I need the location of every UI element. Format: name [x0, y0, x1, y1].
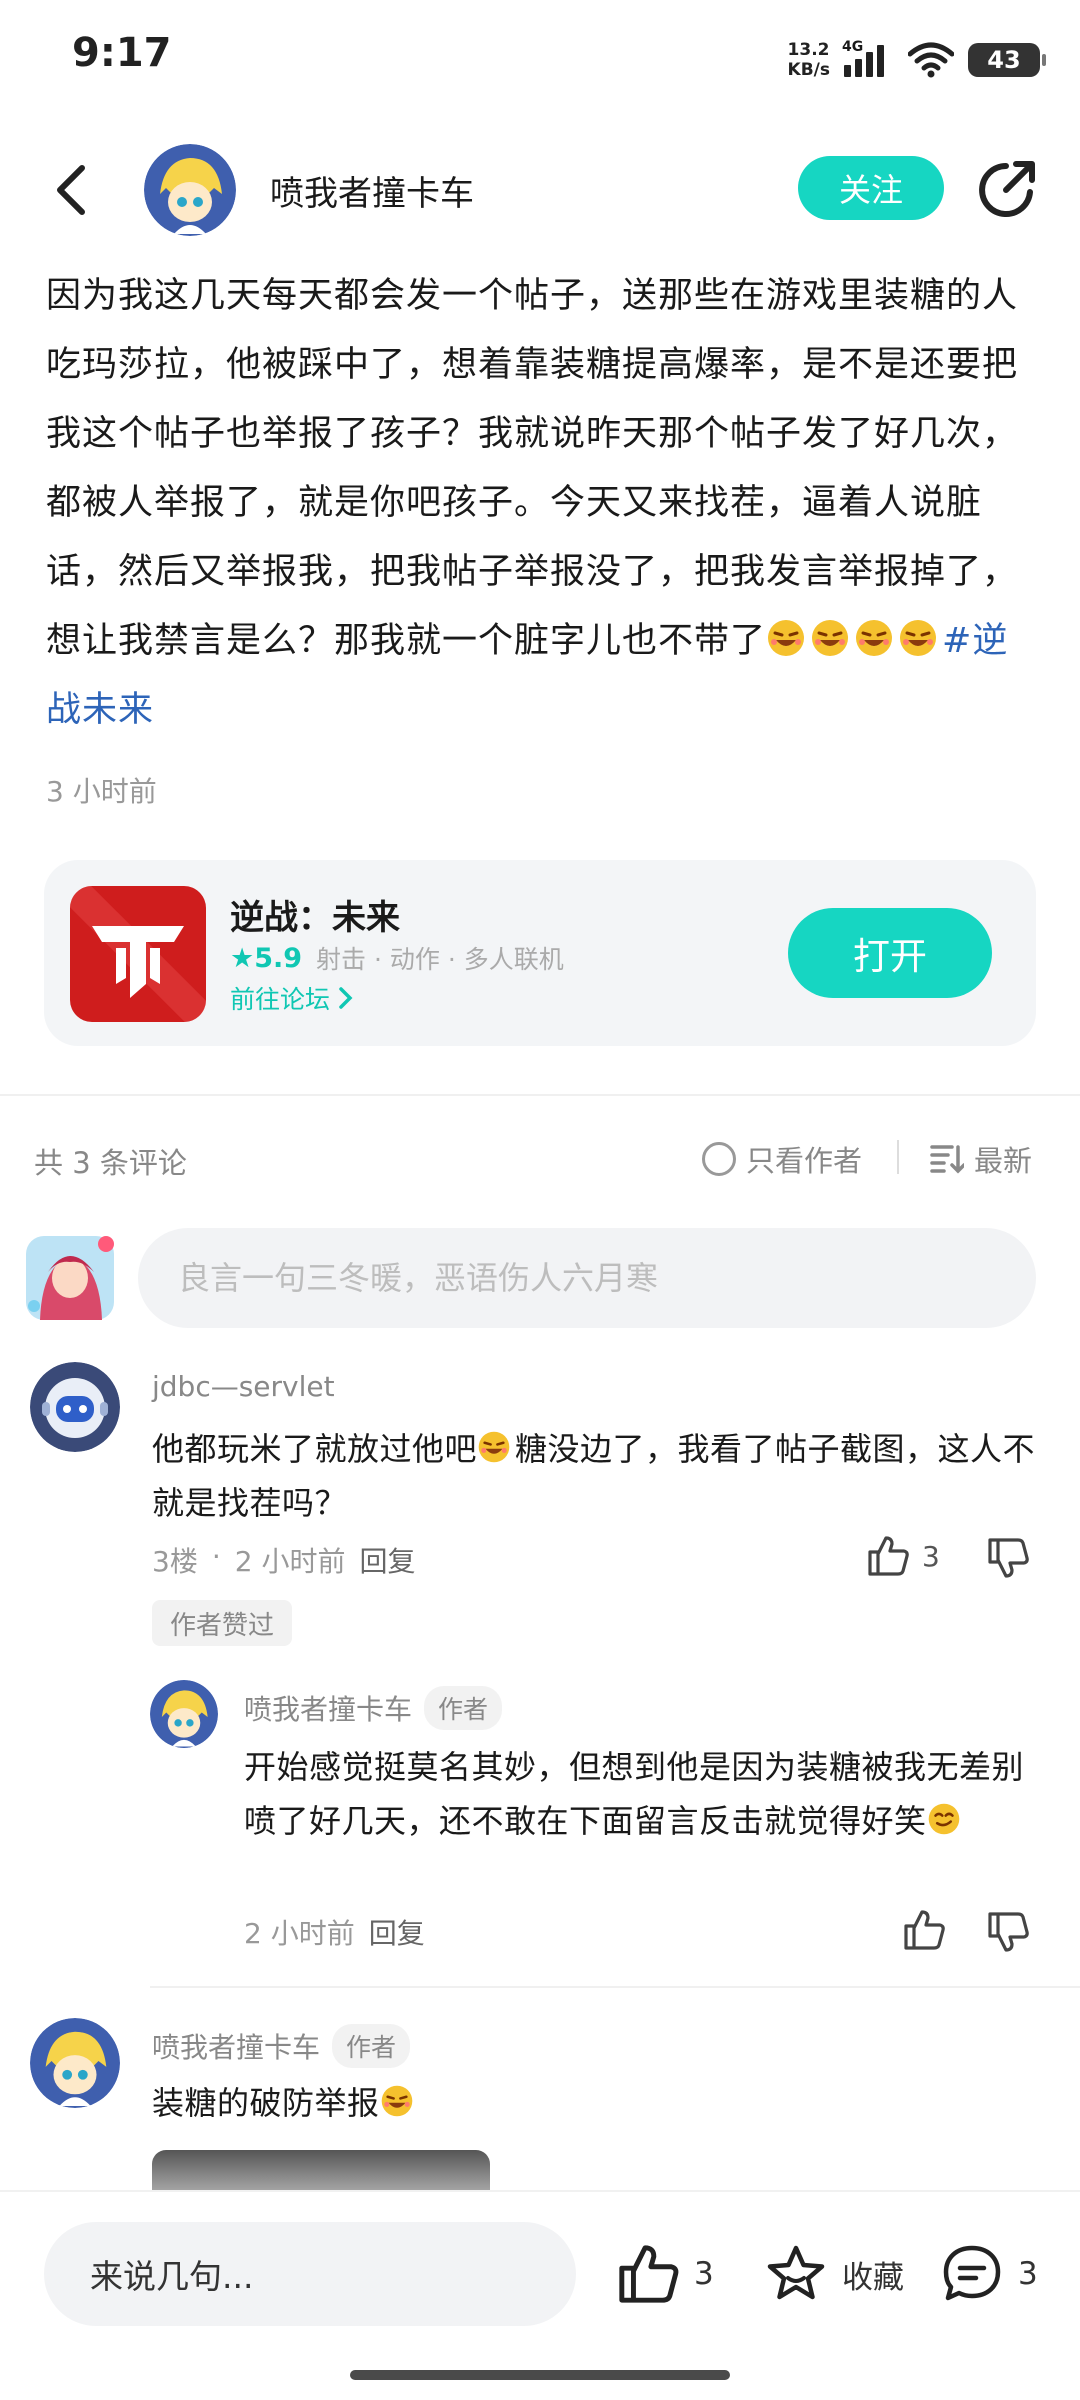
thumbs-up-icon — [619, 2245, 679, 2303]
sort-toggle[interactable]: 最新 — [930, 1138, 1032, 1180]
reply-author-name[interactable]: 喷我者撞卡车 作者 — [244, 1686, 503, 1730]
section-divider — [0, 1094, 1080, 1096]
reply-author-avatar[interactable] — [150, 1680, 218, 1748]
laughing-emoji-icon — [856, 620, 893, 656]
post-like-count: 3 — [694, 2256, 714, 2292]
comments-count: 共 3 条评论 — [34, 1146, 187, 1180]
net-speed-unit: KB/s — [787, 60, 830, 80]
forum-link-label: 前往论坛 — [230, 985, 331, 1014]
star-icon — [767, 2245, 825, 2300]
comment-bubble-icon — [943, 2245, 1001, 2301]
reply-divider — [150, 1986, 1080, 1988]
comment-input[interactable] — [138, 1228, 1036, 1328]
comment-text: 他都玩米了就放过他吧 糖没边了，我看了帖子截图，这人不就是找茬吗？ — [152, 1422, 1038, 1530]
comment-text-content: 装糖的破防举报 — [152, 2084, 380, 2122]
author-name[interactable]: 喷我者撞卡车 — [270, 166, 474, 215]
author-only-toggle[interactable]: 只看作者 — [702, 1138, 862, 1180]
comment-like-button[interactable]: 3 — [866, 1534, 940, 1578]
laughing-emoji-icon — [812, 620, 849, 656]
smirk-emoji-icon — [928, 1803, 959, 1835]
share-icon[interactable] — [976, 158, 1038, 220]
status-time: 9:17 — [72, 30, 172, 76]
comment-time: 2 小时前 — [234, 1545, 346, 1578]
post-header: 喷我者撞卡车 关注 — [0, 140, 1080, 240]
wifi-icon — [908, 42, 954, 78]
app-name: 逆战：未来 — [230, 898, 400, 938]
comment-like-count: 3 — [922, 1539, 940, 1573]
app-meta: ★5.9 射击 · 动作 · 多人联机 — [230, 940, 564, 976]
signal-icon: 4G — [842, 39, 894, 77]
net-speed-value: 13.2 — [787, 40, 830, 60]
reply-button[interactable]: 回复 — [359, 1540, 415, 1580]
post-time: 3 小时前 — [46, 775, 157, 808]
thumbs-down-icon[interactable] — [986, 1536, 1030, 1580]
net-speed: 13.2 KB/s — [788, 40, 830, 80]
thumbs-up-icon[interactable] — [866, 1534, 910, 1578]
post-content: 因为我这几天每天都会发一个帖子，送那些在游戏里装糖的人吃玛莎拉，他被踩中了，想着… — [46, 262, 1038, 745]
laughing-emoji-icon — [381, 2085, 412, 2117]
reply-button[interactable]: 回复 — [369, 1912, 425, 1952]
forum-link[interactable]: 前往论坛 — [230, 980, 354, 1016]
reply-author-name-text: 喷我者撞卡车 — [244, 1693, 413, 1726]
author-only-label: 只看作者 — [746, 1144, 863, 1178]
reply-text: 开始感觉挺莫名其妙，但想到他是因为装糖被我无差别喷了好几天，还不敢在下面留言反击… — [244, 1740, 1034, 1848]
reply-time: 2 小时前 — [244, 1917, 355, 1950]
favorite-label: 收藏 — [842, 2259, 904, 2296]
my-avatar — [20, 1226, 120, 1326]
network-type: 4G — [842, 39, 864, 55]
app-rating: ★5.9 — [230, 942, 303, 974]
commenter-name[interactable]: 喷我者撞卡车 作者 — [152, 2024, 411, 2068]
favorite-button[interactable]: 收藏 — [764, 2242, 904, 2306]
radio-icon[interactable] — [702, 1142, 736, 1176]
open-app-button[interactable]: 打开 — [788, 908, 992, 998]
sort-label: 最新 — [974, 1144, 1033, 1178]
home-indicator[interactable] — [350, 2370, 730, 2380]
author-tag: 作者 — [424, 1686, 503, 1730]
app-card[interactable]: 逆战：未来 ★5.9 射击 · 动作 · 多人联机 前往论坛 打开 — [44, 860, 1036, 1046]
laughing-emoji-icon — [768, 620, 805, 656]
reply-text-content: 开始感觉挺莫名其妙，但想到他是因为装糖被我无差别喷了好几天，还不敢在下面留言反击… — [244, 1748, 1025, 1840]
commenter-avatar[interactable] — [30, 2018, 120, 2108]
author-avatar[interactable] — [144, 144, 236, 236]
comments-button[interactable]: 3 — [940, 2242, 1038, 2306]
commenter-name-text: jdbc—servlet — [152, 1370, 335, 1403]
laughing-emoji-icon — [900, 620, 937, 656]
bottom-bar: 来说几句... 3 收藏 3 — [0, 2190, 1080, 2400]
comment-floor: 3楼 — [152, 1545, 198, 1578]
status-icons: 13.2 KB/s 4G 43 — [788, 34, 1046, 86]
commenter-name[interactable]: jdbc—servlet — [152, 1370, 335, 1403]
comment-meta: 3楼 · 2 小时前 回复 — [152, 1540, 415, 1580]
commenter-avatar[interactable] — [30, 1362, 120, 1452]
emoji-group — [766, 620, 942, 661]
author-tag: 作者 — [332, 2024, 411, 2068]
laughing-emoji-icon — [478, 1431, 510, 1463]
app-icon[interactable] — [70, 886, 206, 1022]
status-bar: 9:17 13.2 KB/s 4G 43 — [0, 0, 1080, 120]
app-tags: 射击 · 动作 · 多人联机 — [316, 945, 564, 974]
post-text: 因为我这几天每天都会发一个帖子，送那些在游戏里装糖的人吃玛莎拉，他被踩中了，想着… — [46, 276, 1019, 661]
thumbs-up-icon[interactable] — [902, 1908, 946, 1952]
commenter-name-text: 喷我者撞卡车 — [152, 2031, 321, 2064]
bottom-comment-input[interactable]: 来说几句... — [44, 2222, 576, 2326]
battery-icon: 43 — [968, 43, 1046, 77]
thumbs-down-icon[interactable] — [986, 1910, 1030, 1954]
chevron-right-icon — [339, 987, 353, 1009]
scroll-fade — [0, 2120, 1080, 2190]
comments-count-bottom: 3 — [1018, 2256, 1038, 2292]
sort-icon — [930, 1145, 964, 1174]
sort-divider — [897, 1140, 899, 1174]
meta-dot: · — [211, 1540, 221, 1573]
like-post-button[interactable]: 3 — [616, 2242, 714, 2306]
reply-meta: 2 小时前 回复 — [244, 1912, 425, 1952]
comment-text-part: 他都玩米了就放过他吧 — [152, 1430, 478, 1468]
back-arrow-icon[interactable] — [48, 162, 98, 218]
author-liked-badge: 作者赞过 — [152, 1600, 293, 1646]
follow-button[interactable]: 关注 — [798, 156, 944, 220]
